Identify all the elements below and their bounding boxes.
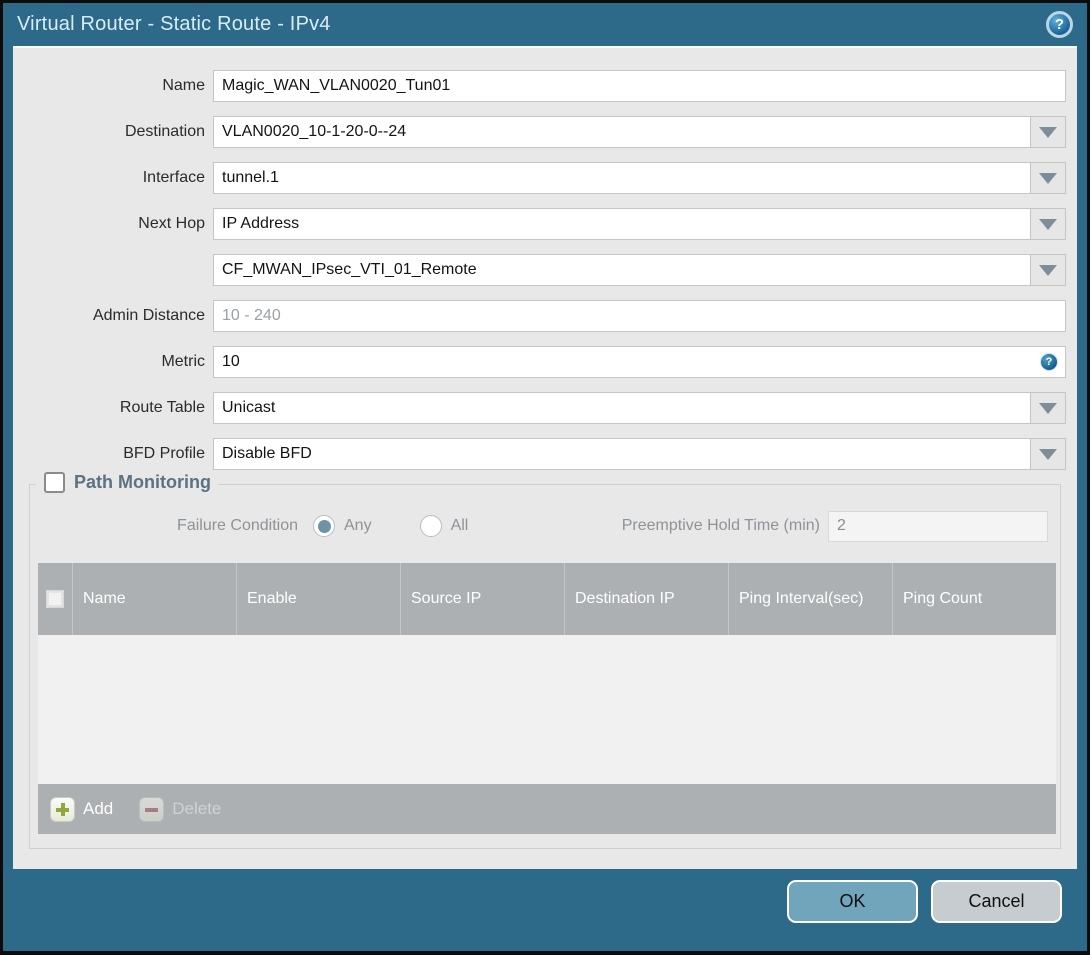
- chevron-down-icon: [1039, 402, 1057, 414]
- chevron-down-icon: [1039, 126, 1057, 138]
- bfd-profile-input[interactable]: [213, 438, 1031, 470]
- dialog-titlebar: Virtual Router - Static Route - IPv4 ?: [3, 3, 1087, 46]
- destination-label: Destination: [124, 123, 205, 140]
- destination-input[interactable]: [213, 116, 1031, 148]
- name-input[interactable]: [213, 70, 1066, 102]
- metric-row: Metric ?: [13, 346, 1077, 378]
- metric-label: Metric: [161, 353, 205, 370]
- add-plus-icon: [50, 796, 75, 822]
- interface-label: Interface: [142, 169, 205, 186]
- metric-help-icon[interactable]: ?: [1040, 353, 1058, 371]
- path-monitoring-table: Name Enable Source IP Destination IP Ping In…: [38, 563, 1056, 834]
- metric-input[interactable]: [213, 346, 1066, 378]
- path-monitoring-legend: Path Monitoring: [36, 472, 219, 493]
- column-header: Enable: [236, 563, 400, 635]
- select-all-cell: [38, 563, 72, 635]
- interface-row: Interface: [13, 162, 1077, 194]
- preemptive-hold-time-label: Preemptive Hold Time (min): [621, 517, 820, 534]
- chevron-down-icon: [1039, 172, 1057, 184]
- column-header: Source IP: [400, 563, 564, 635]
- column-header: Ping Count: [892, 563, 1056, 635]
- bfd-profile-row: BFD Profile: [13, 438, 1077, 470]
- bfd-profile-label: BFD Profile: [123, 445, 205, 462]
- delete-button[interactable]: Delete: [139, 796, 222, 822]
- bfd-profile-dropdown-button[interactable]: [1030, 438, 1066, 470]
- path-monitoring-title: Path Monitoring: [74, 472, 211, 492]
- static-route-dialog: Virtual Router - Static Route - IPv4 ? N…: [0, 0, 1090, 955]
- help-icon[interactable]: ?: [1046, 11, 1073, 38]
- preemptive-hold-time-input[interactable]: [828, 510, 1048, 542]
- radio-all[interactable]: [419, 515, 442, 537]
- interface-dropdown-button[interactable]: [1030, 162, 1066, 194]
- radio-dot: [317, 519, 331, 533]
- destination-row: Destination: [13, 116, 1077, 148]
- next-hop-address-row: [13, 254, 1077, 286]
- admin-distance-input[interactable]: [213, 300, 1066, 332]
- destination-dropdown-button[interactable]: [1030, 116, 1066, 148]
- table-body[interactable]: [38, 635, 1056, 784]
- route-table-input[interactable]: [213, 392, 1031, 424]
- column-header: Ping Interval(sec): [728, 563, 892, 635]
- next-hop-type-input[interactable]: [213, 208, 1031, 240]
- radio-any-label: Any: [344, 517, 372, 534]
- select-all-checkbox[interactable]: [46, 590, 64, 608]
- radio-all-label: All: [450, 517, 469, 534]
- next-hop-type-dropdown-button[interactable]: [1030, 208, 1066, 240]
- name-label: Name: [162, 77, 205, 94]
- next-hop-row: Next Hop: [13, 208, 1077, 240]
- failure-condition-label: Failure Condition: [177, 517, 298, 534]
- chevron-down-icon: [1039, 448, 1057, 460]
- add-button[interactable]: Add: [50, 796, 114, 822]
- route-table-label: Route Table: [119, 399, 205, 416]
- route-table-row: Route Table: [13, 392, 1077, 424]
- column-header: Name: [72, 563, 236, 635]
- table-header: Name Enable Source IP Destination IP Ping In…: [38, 563, 1056, 635]
- interface-input[interactable]: [213, 162, 1031, 194]
- next-hop-label: Next Hop: [138, 215, 205, 232]
- failure-condition-row: Failure Condition Any All Preemptive Hol…: [30, 510, 1060, 542]
- column-header: Destination IP: [564, 563, 728, 635]
- next-hop-address-input[interactable]: [213, 254, 1031, 286]
- path-monitoring-checkbox[interactable]: [44, 472, 65, 493]
- name-row: Name: [13, 70, 1077, 102]
- chevron-down-icon: [1039, 218, 1057, 230]
- dialog-title: Virtual Router - Static Route - IPv4: [17, 13, 331, 35]
- cancel-button[interactable]: Cancel: [931, 880, 1062, 923]
- ok-button[interactable]: OK: [787, 880, 918, 923]
- path-monitoring-section: Path Monitoring Failure Condition Any Al…: [29, 472, 1061, 849]
- route-table-dropdown-button[interactable]: [1030, 392, 1066, 424]
- delete-button-label: Delete: [172, 799, 222, 818]
- dialog-footer: OK Cancel: [3, 866, 1087, 951]
- delete-minus-icon: [139, 796, 165, 822]
- table-toolbar: Add Delete: [38, 784, 1056, 834]
- next-hop-address-dropdown-button[interactable]: [1030, 254, 1066, 286]
- admin-distance-row: Admin Distance: [13, 300, 1077, 332]
- radio-any[interactable]: [313, 515, 335, 537]
- admin-distance-label: Admin Distance: [92, 307, 205, 324]
- chevron-down-icon: [1039, 264, 1057, 276]
- add-button-label: Add: [83, 799, 114, 818]
- dialog-content: Name Destination Interface Next Hop: [13, 46, 1077, 869]
